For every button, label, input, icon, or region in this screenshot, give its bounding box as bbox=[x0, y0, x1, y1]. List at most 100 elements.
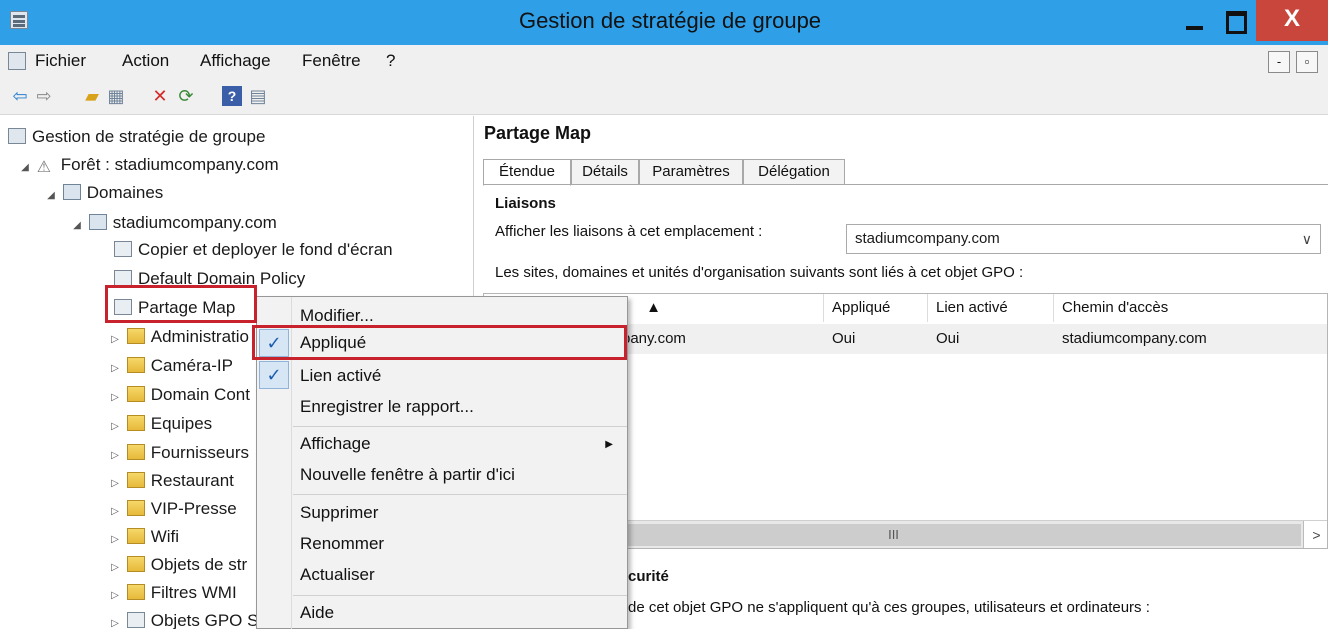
tab-divider bbox=[483, 184, 1328, 185]
menu-item-applique[interactable]: Appliqué bbox=[300, 328, 366, 358]
menu-action[interactable]: Action bbox=[122, 51, 169, 71]
ou-folder-icon bbox=[126, 386, 145, 402]
menu-affichage[interactable]: Affichage bbox=[200, 51, 271, 71]
menu-item-supprimer[interactable]: Supprimer bbox=[300, 498, 378, 528]
menu-fichier[interactable]: Fichier bbox=[35, 51, 86, 71]
menu-item-affichage[interactable]: Affichage bbox=[300, 429, 371, 459]
gpo-container-icon bbox=[126, 556, 145, 572]
back-icon[interactable]: ⇦ bbox=[10, 86, 30, 106]
show-hide-tree-icon[interactable]: ▦ bbox=[106, 86, 126, 106]
menu-separator bbox=[293, 426, 627, 427]
tree-starter-gpos[interactable]: ▷ Objets GPO S bbox=[108, 606, 258, 629]
sort-ascending-icon: ▲ bbox=[646, 299, 661, 316]
tree-gpo-link[interactable]: Default Domain Policy bbox=[114, 264, 305, 294]
forest-icon bbox=[37, 152, 55, 168]
menu-gutter bbox=[291, 297, 292, 629]
ou-folder-icon bbox=[126, 472, 145, 488]
expand-arrow-icon[interactable]: ▷ bbox=[108, 609, 122, 629]
column-header-path[interactable]: Chemin d'accès bbox=[1054, 294, 1327, 322]
ou-folder-icon bbox=[126, 357, 145, 373]
tree-domain[interactable]: ◢ stadiumcompany.com bbox=[70, 208, 277, 238]
close-button[interactable]: X bbox=[1256, 0, 1328, 41]
menu-item-modifier[interactable]: Modifier... bbox=[300, 301, 374, 331]
show-links-label: Afficher les liaisons à cet emplacement … bbox=[495, 223, 763, 240]
tree-ou[interactable]: ▷ Fournisseurs bbox=[108, 438, 249, 468]
tree-domains[interactable]: ◢ Domaines bbox=[44, 178, 163, 208]
cell-applied: Oui bbox=[832, 330, 856, 347]
column-header-applied[interactable]: Appliqué bbox=[824, 294, 928, 322]
check-icon: ✓ bbox=[259, 361, 289, 389]
tab-delegation[interactable]: Délégation bbox=[743, 159, 845, 185]
window-title: Gestion de stratégie de groupe bbox=[518, 8, 822, 33]
security-description: de cet objet GPO ne s'appliquent qu'à ce… bbox=[628, 599, 1150, 616]
tree-gpo-link-selected[interactable]: Partage Map bbox=[114, 293, 235, 323]
up-folder-icon[interactable]: ▰ bbox=[82, 86, 102, 106]
check-icon: ✓ bbox=[259, 329, 289, 357]
menu-item-aide[interactable]: Aide bbox=[300, 598, 334, 628]
ou-folder-icon bbox=[126, 328, 145, 344]
menu-item-lien-active[interactable]: Lien activé bbox=[300, 361, 381, 391]
refresh-icon[interactable]: ⟳ bbox=[176, 86, 196, 106]
gpo-title: Partage Map bbox=[484, 123, 592, 143]
location-value: stadiumcompany.com bbox=[855, 230, 1000, 247]
tree-wmi-filters[interactable]: ▷ Filtres WMI bbox=[108, 578, 237, 608]
gpo-link-icon bbox=[114, 270, 132, 286]
ou-folder-icon bbox=[126, 444, 145, 460]
help-icon[interactable]: ? bbox=[222, 86, 242, 106]
menu-item-renommer[interactable]: Renommer bbox=[300, 529, 384, 559]
minimize-button[interactable] bbox=[1176, 0, 1214, 41]
properties-icon[interactable]: ▤ bbox=[248, 86, 268, 106]
gpmc-icon bbox=[8, 128, 26, 144]
liaisons-heading: Liaisons bbox=[495, 195, 556, 212]
linked-description: Les sites, domaines et unités d'organisa… bbox=[495, 264, 1024, 281]
tree-gpo-link[interactable]: Copier et deployer le fond d'écran bbox=[114, 235, 393, 265]
tab-parametres[interactable]: Paramètres bbox=[639, 159, 743, 185]
cell-link-enabled: Oui bbox=[936, 330, 960, 347]
collapse-arrow-icon[interactable]: ◢ bbox=[18, 153, 32, 183]
menu-item-enregistrer-rapport[interactable]: Enregistrer le rapport... bbox=[300, 392, 474, 422]
wmi-filter-icon bbox=[126, 584, 145, 600]
tree-ou[interactable]: ▷ VIP-Presse bbox=[108, 494, 237, 524]
collapse-arrow-icon[interactable]: ◢ bbox=[44, 181, 58, 211]
submenu-arrow-icon: ▶ bbox=[605, 439, 613, 450]
mdi-app-icon[interactable] bbox=[8, 52, 26, 70]
title-bar: Gestion de stratégie de groupe X bbox=[0, 0, 1328, 45]
location-dropdown[interactable]: stadiumcompany.com ∨ bbox=[846, 224, 1321, 254]
tree-forest[interactable]: ◢ Forêt : stadiumcompany.com bbox=[18, 150, 279, 180]
mdi-minimize-button[interactable]: - bbox=[1268, 51, 1290, 73]
cell-path: stadiumcompany.com bbox=[1062, 330, 1207, 347]
tab-details[interactable]: Détails bbox=[571, 159, 639, 185]
menu-separator bbox=[293, 494, 627, 495]
column-header-link-enabled[interactable]: Lien activé bbox=[928, 294, 1054, 322]
menu-fenetre[interactable]: Fenêtre bbox=[302, 51, 361, 71]
security-heading: curité bbox=[628, 568, 669, 585]
menu-help[interactable]: ? bbox=[386, 51, 395, 71]
gpo-link-icon bbox=[114, 241, 132, 257]
domains-icon bbox=[62, 184, 81, 200]
tree-ou[interactable]: ▷ Wifi bbox=[108, 522, 179, 552]
domain-icon bbox=[88, 214, 107, 230]
tab-etendue[interactable]: Étendue bbox=[483, 159, 571, 186]
menu-item-actualiser[interactable]: Actualiser bbox=[300, 560, 375, 590]
maximize-button[interactable] bbox=[1214, 0, 1254, 41]
gpo-link-icon bbox=[114, 299, 132, 315]
tree-ou[interactable]: ▷ Domain Cont bbox=[108, 380, 250, 410]
scroll-right-button[interactable]: > bbox=[1303, 521, 1327, 548]
tree-ou[interactable]: ▷ Equipes bbox=[108, 409, 212, 439]
forward-icon[interactable]: ⇨ bbox=[34, 86, 54, 106]
tree-root[interactable]: Gestion de stratégie de groupe bbox=[8, 122, 265, 152]
menu-separator bbox=[293, 595, 627, 596]
ou-folder-icon bbox=[126, 528, 145, 544]
tree-ou[interactable]: ▷ Restaurant bbox=[108, 466, 234, 496]
mdi-restore-button[interactable]: ▫ bbox=[1296, 51, 1318, 73]
delete-icon[interactable]: ✕ bbox=[150, 86, 170, 106]
starter-gpo-icon bbox=[126, 612, 145, 628]
menu-bar: Fichier Action Affichage Fenêtre ? - ▫ bbox=[0, 45, 1328, 77]
tree-ou[interactable]: ▷ Administratio bbox=[108, 322, 249, 352]
toolbar: ⇦ ⇨ ▰ ▦ ✕ ⟳ ? ▤ bbox=[0, 77, 1328, 115]
tree-gpo-container[interactable]: ▷ Objets de str bbox=[108, 550, 247, 580]
ou-folder-icon bbox=[126, 415, 145, 431]
menu-item-nouvelle-fenetre[interactable]: Nouvelle fenêtre à partir d'ici bbox=[300, 460, 515, 490]
tree-ou[interactable]: ▷ Caméra-IP bbox=[108, 351, 233, 381]
collapse-arrow-icon[interactable]: ◢ bbox=[70, 211, 84, 241]
